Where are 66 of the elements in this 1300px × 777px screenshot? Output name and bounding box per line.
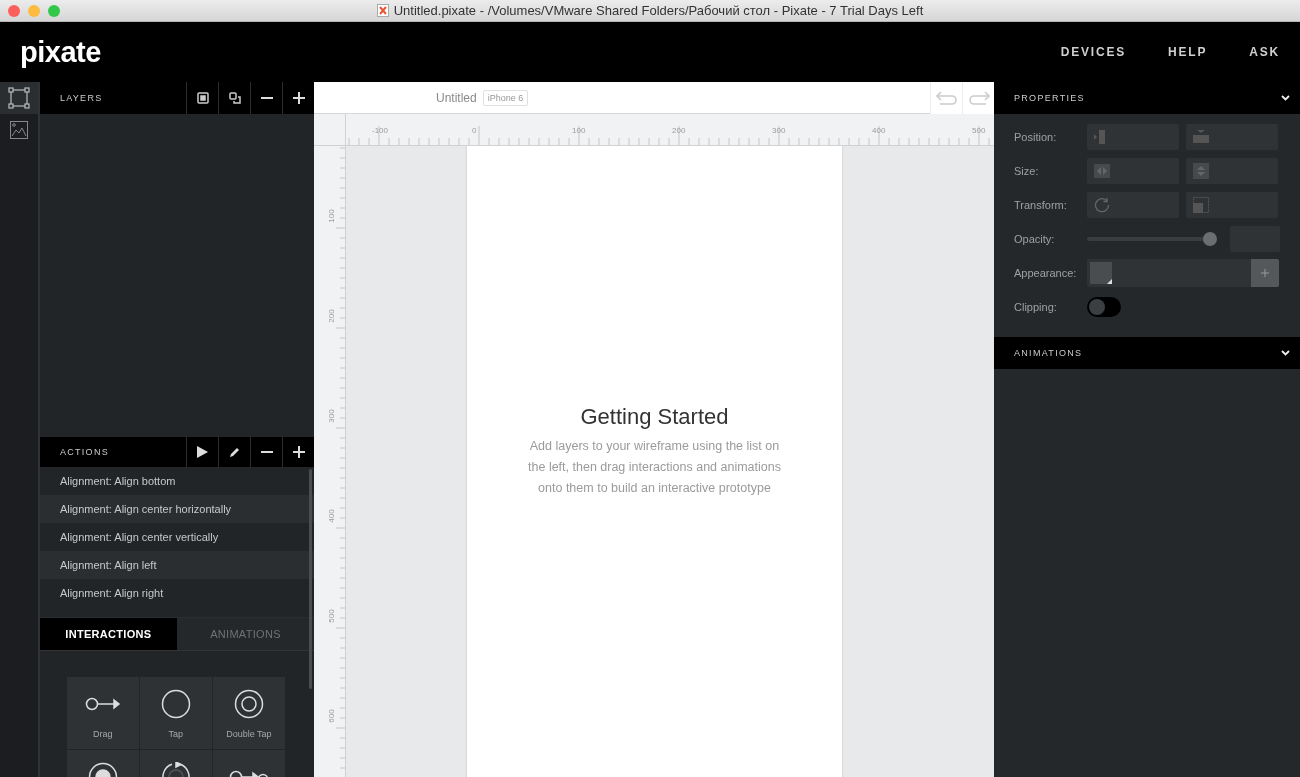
circle-icon <box>160 689 191 719</box>
section-header[interactable]: ANIMATIONS <box>994 337 1300 369</box>
minus-icon <box>260 451 273 453</box>
document-name: Untitled <box>436 90 477 105</box>
logo: pixate <box>20 35 101 69</box>
play-icon <box>197 446 208 458</box>
width-input-field[interactable] <box>1087 158 1179 184</box>
nav-link[interactable]: ASK <box>1249 45 1280 59</box>
opacity-slider[interactable] <box>1087 231 1215 247</box>
vertical-ruler: 100 200 300 400 500 600 <box>314 146 346 777</box>
interaction-tile[interactable]: Double Tap <box>212 677 285 749</box>
chevron-down-icon <box>1281 350 1290 356</box>
layers-tool-button[interactable] <box>0 82 38 114</box>
scrollbar-thumb[interactable] <box>309 469 312 689</box>
property-label: Appearance: <box>1014 267 1078 279</box>
interaction-tile[interactable]: Drag <box>66 677 139 749</box>
empty-state-title: Getting Started <box>580 404 729 430</box>
minus-icon <box>260 97 273 99</box>
undo-icon <box>935 90 958 105</box>
plus-icon <box>292 446 305 458</box>
interaction-label: Tap <box>168 729 184 739</box>
interaction-label: Drag <box>93 729 113 739</box>
empty-state-text: Add layers to your wireframe using the list on the left, then drag interactions and animations onto them to build an interactive prototype <box>527 438 782 497</box>
overlapping-squares-icon <box>228 92 241 104</box>
double-circle-icon <box>233 689 264 719</box>
window-title: Untitled.pixate - /Volumes/VMware Shared Folders/Рабочий стол - Pixate - 7 Trial Days Left <box>393 3 924 18</box>
redo-icon <box>967 90 990 105</box>
nested-square-icon <box>196 92 209 104</box>
document-icon <box>376 4 389 17</box>
left-edge-icon <box>1094 130 1106 144</box>
y-input-field[interactable] <box>1186 124 1278 150</box>
interaction-tile[interactable]: Tap <box>139 677 212 749</box>
nav-link[interactable]: HELP <box>1168 45 1208 59</box>
panel-title: ACTIONS <box>58 446 110 459</box>
action-item[interactable]: Alignment: Align left <box>39 551 314 579</box>
pencil-icon <box>228 446 241 458</box>
property-label: Clipping: <box>1014 301 1058 313</box>
height-arrows-icon <box>1193 163 1209 179</box>
bounding-box-icon <box>7 87 30 109</box>
section-header[interactable]: PROPERTIES <box>994 82 1300 114</box>
height-input-field[interactable] <box>1186 158 1278 184</box>
property-label: Opacity: <box>1014 233 1056 245</box>
rotation-input-field[interactable] <box>1087 192 1179 218</box>
property-label: Size: <box>1014 165 1040 177</box>
panel-title: LAYERS <box>58 92 104 105</box>
scale-input-field[interactable] <box>1186 192 1278 218</box>
width-arrows-icon <box>1094 164 1110 178</box>
top-edge-icon <box>1193 130 1209 144</box>
scale-icon <box>1193 197 1209 213</box>
horizontal-ruler: -100 0 100 200 300 400 500 <box>346 114 994 146</box>
property-label: Position: <box>1014 131 1058 143</box>
plus-icon <box>292 92 305 104</box>
tab[interactable]: INTERACTIONS <box>39 618 177 650</box>
rotate-icon <box>1094 197 1110 213</box>
undo-button[interactable] <box>930 81 962 114</box>
nav-link[interactable]: DEVICES <box>1060 45 1127 59</box>
property-label: Transform: <box>1014 199 1068 211</box>
interaction-label: Double Tap <box>226 729 272 739</box>
action-item[interactable]: Alignment: Align center horizontally <box>39 495 314 523</box>
x-input-field[interactable] <box>1087 124 1179 150</box>
color-swatch[interactable] <box>1090 262 1112 284</box>
redo-button[interactable] <box>962 81 994 114</box>
toggle-switch[interactable] <box>1087 297 1121 317</box>
image-icon <box>9 121 28 139</box>
plus-icon <box>1261 269 1269 277</box>
chevron-down-icon <box>1281 95 1290 101</box>
